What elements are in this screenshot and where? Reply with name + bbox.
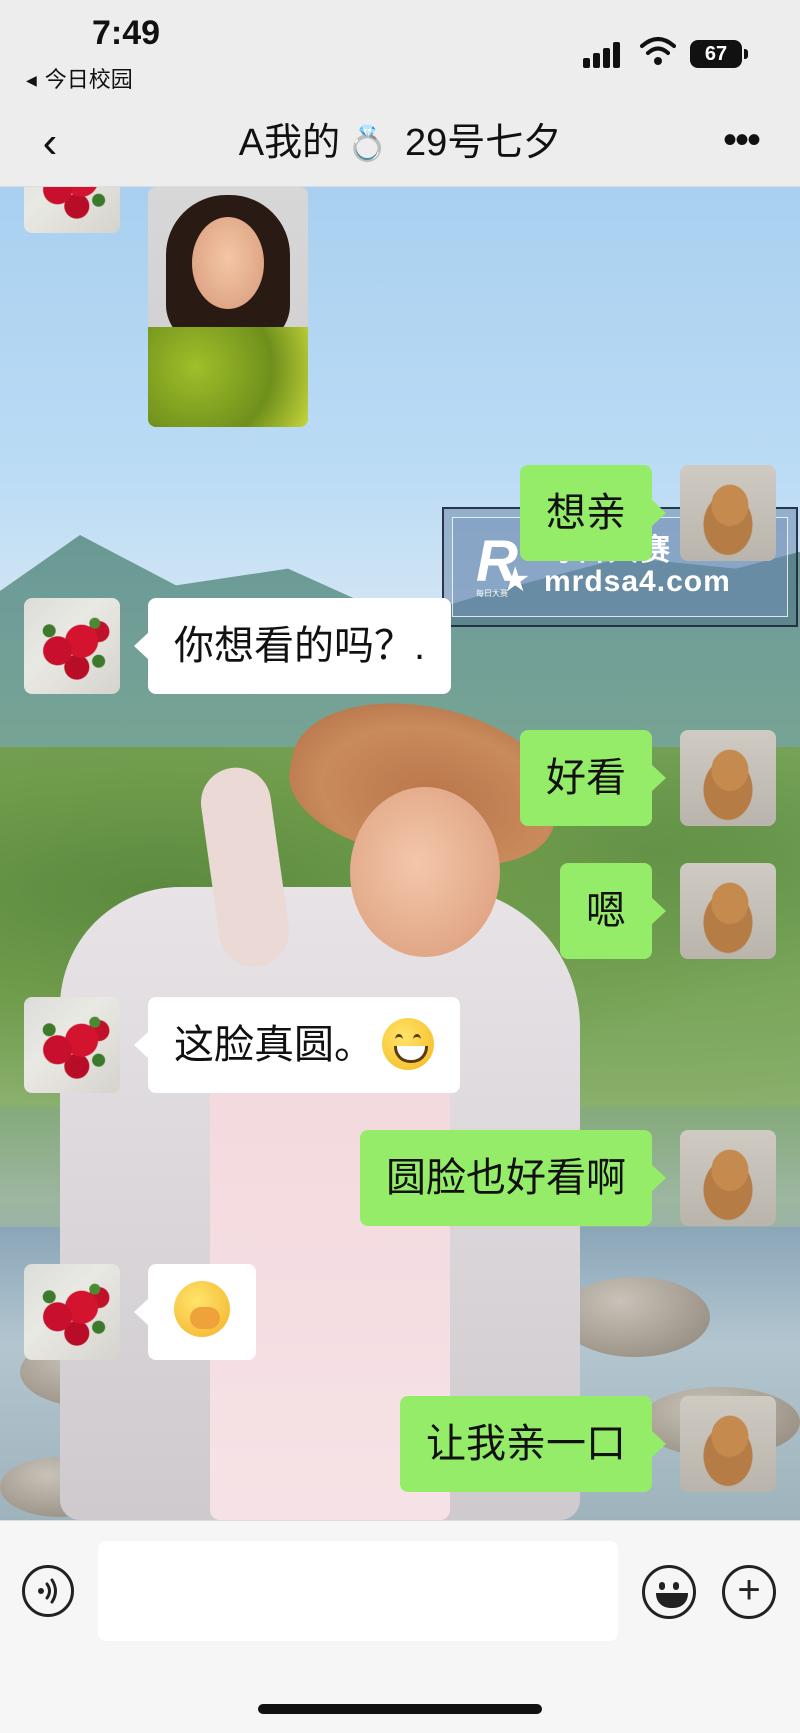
message-row: 好看	[0, 730, 800, 830]
message-bubble[interactable]: 让我亲一口	[400, 1396, 666, 1492]
message-row: 嗯	[0, 863, 800, 963]
face-with-hand-over-mouth-icon	[174, 1281, 230, 1337]
message-row	[0, 1264, 800, 1364]
ring-icon: 💍	[346, 125, 389, 163]
emoji-icon[interactable]	[642, 1565, 696, 1619]
message-input[interactable]	[98, 1541, 618, 1641]
grinning-face-icon	[382, 1018, 434, 1070]
message-row	[0, 187, 800, 427]
my-avatar[interactable]	[680, 465, 776, 561]
home-indicator[interactable]	[258, 1704, 542, 1714]
contact-avatar[interactable]	[24, 1264, 120, 1360]
message-row: 想亲	[0, 465, 800, 565]
message-bubble[interactable]: 想亲	[520, 465, 666, 561]
message-row: 让我亲一口	[0, 1396, 800, 1496]
cellular-signal-icon	[583, 40, 627, 68]
status-time: 7:49	[92, 14, 161, 52]
image-message[interactable]	[148, 187, 308, 427]
back-to-app-link[interactable]: ◀ 今日校园	[26, 62, 133, 94]
message-bubble[interactable]: 好看	[520, 730, 666, 826]
my-avatar[interactable]	[680, 1130, 776, 1226]
message-row: 你想看的吗？.	[0, 598, 800, 698]
my-avatar[interactable]	[680, 1396, 776, 1492]
message-bubble[interactable]: 这脸真圆。	[134, 997, 460, 1093]
my-avatar[interactable]	[680, 730, 776, 826]
chat-header: ‹ A我的 💍 29号七夕 •••	[0, 100, 800, 187]
message-bubble[interactable]	[134, 1264, 256, 1360]
contact-avatar[interactable]	[24, 598, 120, 694]
message-bubble[interactable]: 圆脸也好看啊	[360, 1130, 666, 1226]
more-options-icon[interactable]: •••	[716, 118, 766, 168]
battery-icon: 67	[690, 40, 748, 68]
chat-area[interactable]: R ★ 每日大赛 每日大赛 mrdsa4.com 想亲 你想看的吗？. 好看 嗯…	[0, 187, 800, 1520]
watermark-url: mrdsa4.com	[544, 565, 731, 598]
voice-icon[interactable]	[22, 1565, 74, 1617]
back-app-label: 今日校园	[44, 67, 133, 92]
back-triangle-icon: ◀	[26, 72, 37, 88]
status-bar: 7:49 ◀ 今日校园 67	[0, 0, 800, 100]
my-avatar[interactable]	[680, 863, 776, 959]
message-bubble[interactable]: 你想看的吗？.	[133, 598, 452, 694]
back-chevron-icon[interactable]: ‹	[30, 118, 70, 168]
chat-title: A我的 💍 29号七夕	[120, 118, 680, 168]
chat-title-suffix: 29号七夕	[394, 122, 562, 164]
message-text: 这脸真圆。	[174, 1023, 374, 1067]
message-row: 这脸真圆。	[0, 997, 800, 1097]
message-bubble[interactable]: 嗯	[560, 863, 666, 959]
contact-avatar[interactable]	[24, 997, 120, 1093]
plus-icon[interactable]: +	[722, 1565, 776, 1619]
input-bar: +	[0, 1520, 800, 1733]
contact-avatar[interactable]	[24, 187, 120, 233]
wifi-icon	[640, 37, 676, 65]
chat-title-prefix: A我的	[238, 122, 341, 164]
message-row: 圆脸也好看啊	[0, 1130, 800, 1230]
